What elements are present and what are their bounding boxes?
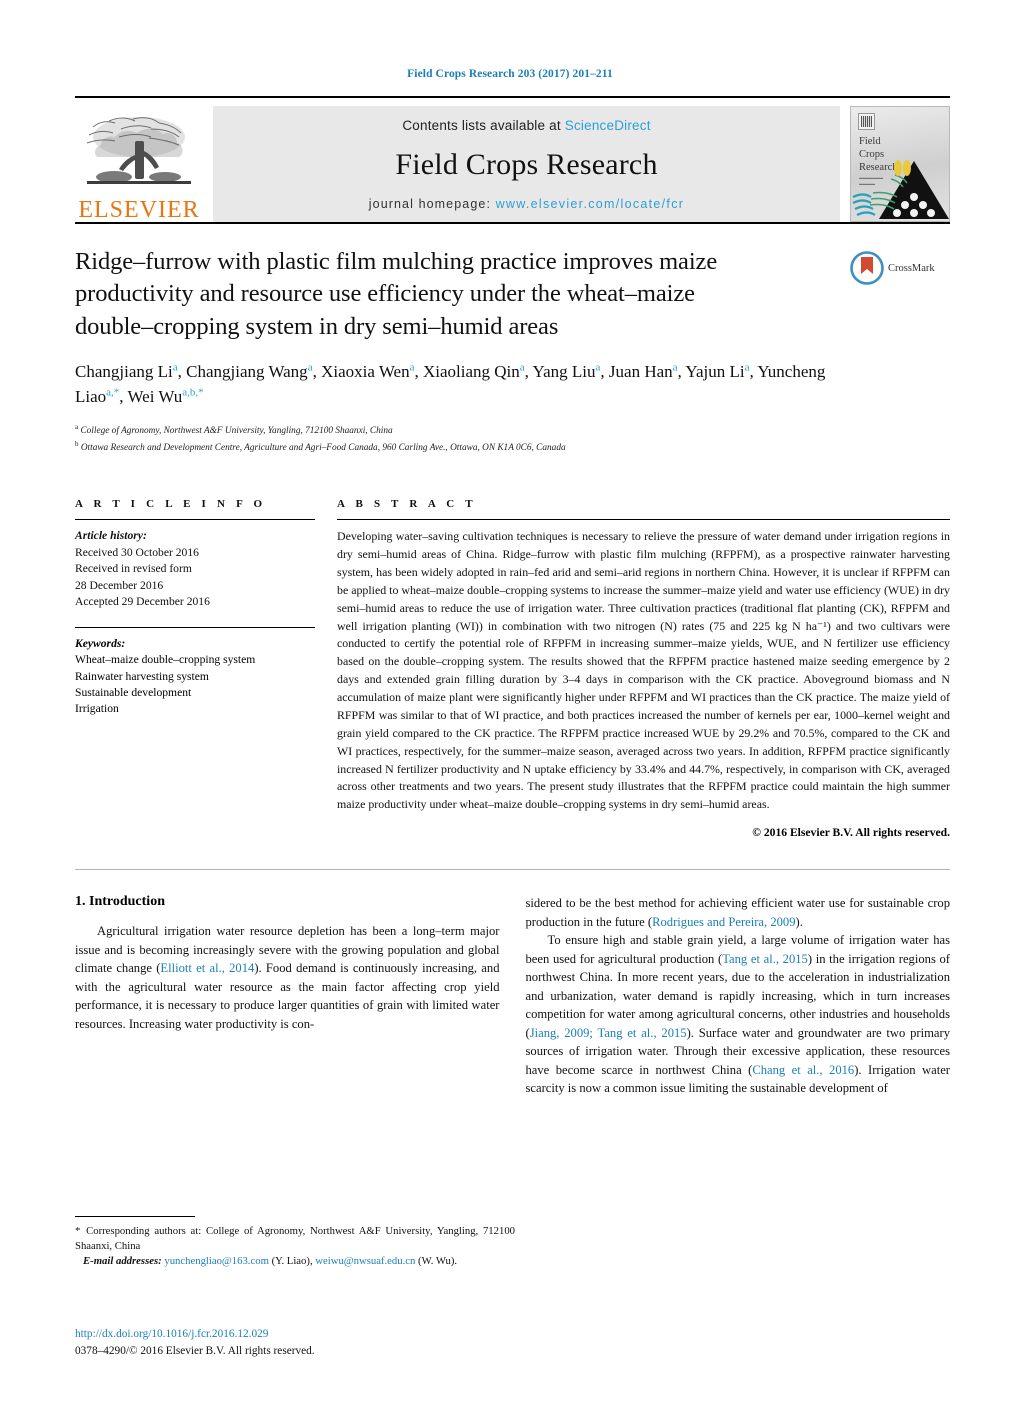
issn-copyright-line: 0378–4290/© 2016 Elsevier B.V. All right… [75,1344,315,1357]
history-item: 28 December 2016 [75,578,164,592]
keywords-group: Keywords: Wheat–maize double–cropping sy… [75,636,315,718]
journal-homepage-line: journal homepage: www.elsevier.com/locat… [369,197,684,211]
citation-link[interactable]: Elliott et al., 2014 [160,961,254,975]
crossmark-label: CrossMark [888,262,935,274]
cover-barcode-icon [858,113,875,130]
body-columns: 1. Introduction Agricultural irrigation … [75,894,950,1098]
email-label: E-mail addresses: [83,1255,162,1268]
author-affil-marker: a [172,361,178,374]
history-item: Accepted 29 December 2016 [75,595,210,609]
info-abstract-row: A R T I C L E I N F O Article history: R… [75,498,950,839]
email-owner-1: (Y. Liao), [271,1255,313,1268]
author-affil-marker: a [744,361,750,374]
article-history-group: Article history: Received 30 October 201… [75,528,315,610]
body-column-left: 1. Introduction Agricultural irrigation … [75,894,500,1098]
author-affil-marker: a,b,* [182,385,204,398]
paper-page: Field Crops Research 203 (2017) 201–211 [0,68,1020,1419]
citation-link[interactable]: Jiang, 2009; Tang et al., 2015 [530,1026,687,1040]
para-text: ). [795,914,803,929]
keyword-item: Sustainable development [75,685,192,699]
homepage-prefix: journal homepage: [368,197,496,211]
intro-paragraph-right-2: To ensure high and stable grain yield, a… [526,931,951,1098]
body-top-rule [75,869,950,871]
cover-artwork-icon [852,160,949,219]
journal-cover-thumbnail[interactable]: Field Crops Research ▬▬▬▬▬▬ ▬▬▬▬ [850,106,950,222]
abstract-heading: A B S T R A C T [337,498,477,511]
journal-band: Contents lists available at ScienceDirec… [213,106,840,222]
corresponding-author-text: Corresponding authors at: College of Agr… [75,1225,516,1253]
doi-block: http://dx.doi.org/10.1016/j.fcr.2016.12.… [75,1326,315,1360]
author-name[interactable]: Juan Han [609,362,673,381]
author-name[interactable]: Changjiang Wang [186,362,308,381]
keyword-item: Irrigation [75,702,119,716]
article-info-heading: A R T I C L E I N F O [75,498,267,511]
page-title: Ridge–furrow with plastic film mulching … [75,248,718,340]
author-affil-marker: a,* [106,385,120,398]
author-affil-marker: a [519,361,525,374]
title-block: CrossMark Ridge–furrow with plastic film… [75,246,950,456]
body-column-right: sidered to be the best method for achiev… [526,894,951,1098]
affiliation-item: a College of Agronomy, Northwest A&F Uni… [75,422,950,439]
keyword-item: Wheat–maize double–cropping system [75,653,256,667]
intro-paragraph-left: Agricultural irrigation water resource d… [75,922,500,1033]
abstract-column: A B S T R A C T Developing water–saving … [337,498,950,839]
history-item: Received in revised form [75,562,192,576]
history-item: Received 30 October 2016 [75,545,199,559]
elsevier-tree-icon [86,117,191,184]
footnote-text: * Corresponding authors at: College of A… [75,1224,515,1270]
elsevier-logo: ELSEVIER [75,106,203,222]
crossmark-badge[interactable]: CrossMark [850,248,950,288]
journal-masthead: ELSEVIER Contents lists available at Sci… [75,96,950,222]
intro-paragraph-right-continued: sidered to be the best method for achiev… [526,894,951,931]
affiliation-marker: b [75,440,79,449]
abstract-copyright: © 2016 Elsevier B.V. All rights reserved… [752,826,950,840]
article-history-label: Article history: [75,529,147,543]
affiliation-marker: a [75,423,79,432]
abstract-text: Developing water–saving cultivation tech… [337,529,950,812]
author-affil-marker: a [595,361,601,374]
author-name[interactable]: Yajun Li [685,362,744,381]
citation-link[interactable]: Tang et al., 2015 [722,952,808,966]
doi-link[interactable]: http://dx.doi.org/10.1016/j.fcr.2016.12.… [75,1326,315,1343]
journal-homepage-link[interactable]: www.elsevier.com/locate/fcr [496,197,685,211]
corresponding-author-footnote: * Corresponding authors at: College of A… [75,1216,515,1270]
author-list: Changjiang Lia, Changjiang Wanga, Xiaoxi… [75,361,826,406]
email-owner-2: (W. Wu). [418,1255,458,1268]
crossmark-icon [850,251,884,285]
masthead-bottom-rule [75,222,950,224]
email-link-2[interactable]: weiwu@nwsuaf.edu.cn [315,1255,415,1267]
running-head: Field Crops Research 203 (2017) 201–211 [407,68,613,80]
journal-title: Field Crops Research [395,148,658,181]
email-link-1[interactable]: yunchengliao@163.com [164,1255,269,1267]
divider [337,519,950,521]
article-info-column: A R T I C L E I N F O Article history: R… [75,498,315,839]
author-affil-marker: a [409,361,415,374]
author-name[interactable]: Wei Wu [128,387,183,406]
section-heading-introduction: 1. Introduction [75,894,165,910]
author-affil-marker: a [672,361,678,374]
citation-link[interactable]: Chang et al., 2016 [752,1063,854,1077]
author-name[interactable]: Xiaoxia Wen [321,362,410,381]
elsevier-wordmark: ELSEVIER [78,197,200,223]
divider [75,519,315,521]
author-name[interactable]: Yang Liu [533,362,596,381]
affiliation-text: College of Agronomy, Northwest A&F Unive… [80,426,393,437]
footnote-star-marker: * [75,1225,82,1237]
contents-prefix: Contents lists available at [402,118,565,133]
sciencedirect-link[interactable]: ScienceDirect [565,118,651,133]
author-affil-marker: a [307,361,313,374]
footnote-rule [75,1216,195,1217]
affiliation-item: b Ottawa Research and Development Centre… [75,439,950,456]
author-name[interactable]: Changjiang Li [75,362,173,381]
keyword-item: Rainwater harvesting system [75,669,209,683]
keywords-label: Keywords: [75,636,126,650]
divider [75,626,315,628]
author-name[interactable]: Xiaoliang Qin [423,362,520,381]
citation-link[interactable]: Rodrigues and Pereira, 2009 [652,915,795,929]
cover-title-line-1: Field [859,136,881,147]
affiliation-text: Ottawa Research and Development Centre, … [80,443,566,454]
affiliation-list: a College of Agronomy, Northwest A&F Uni… [75,422,950,456]
contents-available-line: Contents lists available at ScienceDirec… [402,118,650,133]
